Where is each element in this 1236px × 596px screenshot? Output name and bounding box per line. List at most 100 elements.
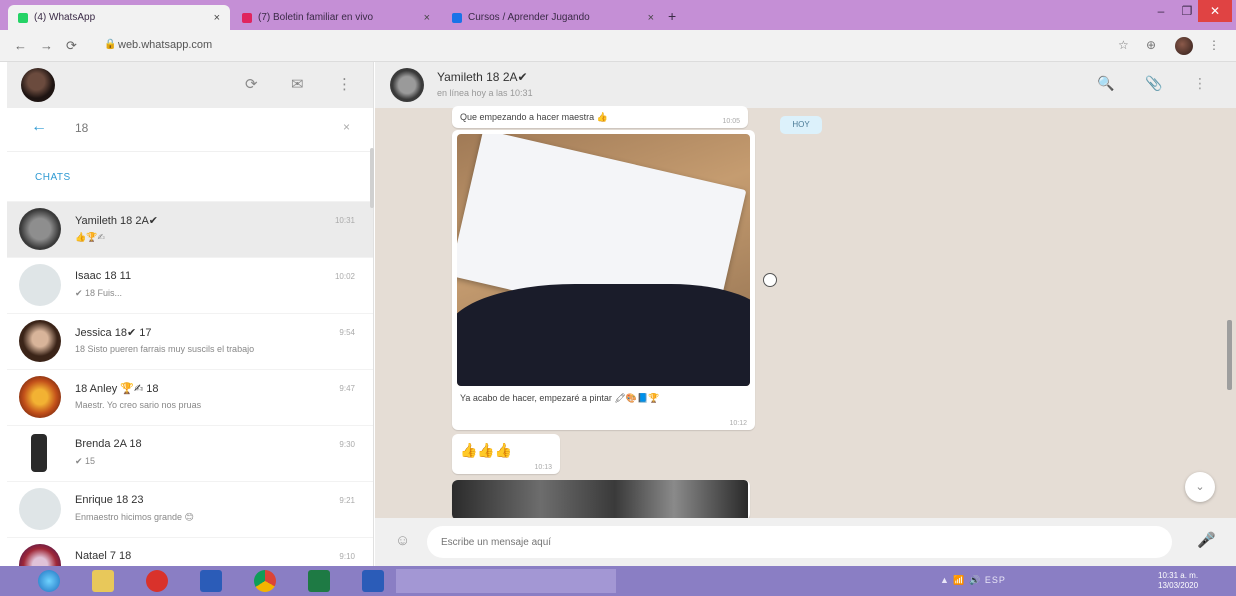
message-text: Que empezando a hacer maestra 👍: [460, 112, 608, 122]
conversation-panel: Yamileth 18 2A✔ en línea hoy a las 10:31…: [375, 62, 1236, 566]
conversation-header[interactable]: Yamileth 18 2A✔ en línea hoy a las 10:31…: [375, 62, 1236, 108]
file-explorer-icon[interactable]: [92, 570, 114, 592]
maximize-button[interactable]: ❐: [1176, 0, 1198, 22]
section-label: CHATS: [35, 172, 71, 183]
url-field[interactable]: web.whatsapp.com: [118, 39, 212, 51]
chat-preview: 18 Sisto pueren farrais muy suscils el t…: [75, 344, 255, 354]
contact-avatar: [19, 544, 61, 566]
extension-icon[interactable]: ⊕: [1146, 38, 1156, 52]
search-input[interactable]: [75, 121, 325, 135]
close-tab-icon[interactable]: ×: [424, 12, 430, 24]
profile-avatar[interactable]: [1175, 37, 1193, 55]
contact-avatar[interactable]: [390, 68, 424, 102]
message-bubble[interactable]: Que empezando a hacer maestra 👍 10:05: [452, 106, 748, 128]
minimize-button[interactable]: –: [1146, 0, 1176, 22]
contact-avatar: [19, 488, 61, 530]
chat-preview: 👍🏆✍: [75, 232, 105, 242]
close-tab-icon[interactable]: ×: [648, 12, 654, 24]
message-time: 10:12: [729, 420, 747, 427]
contact-avatar: [19, 208, 61, 250]
chat-time: 10:02: [334, 272, 355, 281]
chat-item[interactable]: Enrique 18 23 Enmaestro hicimos grande 😊…: [7, 482, 373, 538]
mouse-cursor: [763, 273, 777, 287]
dark-fabric: [457, 284, 750, 386]
taskbar-clock[interactable]: 10:31 a. m. 13/03/2020: [1158, 571, 1198, 591]
new-chat-icon[interactable]: ✉: [291, 75, 304, 93]
photo-attachment[interactable]: [452, 480, 748, 518]
contact-status: en línea hoy a las 10:31: [437, 88, 533, 98]
tab-cursos[interactable]: Cursos / Aprender Jugando ×: [442, 5, 664, 30]
close-window-button[interactable]: ✕: [1198, 0, 1232, 22]
compose-bar: ☺ 🎤: [375, 518, 1236, 566]
contact-avatar: [19, 264, 61, 306]
contact-avatar: [19, 432, 61, 474]
chat-list-scrollbar[interactable]: [370, 148, 374, 208]
attach-icon[interactable]: 📎: [1145, 75, 1162, 92]
excel-icon[interactable]: [308, 570, 330, 592]
tab-label: (7) Boletin familiar en vivo: [258, 12, 374, 23]
my-avatar[interactable]: [21, 68, 55, 102]
close-tab-icon[interactable]: ×: [214, 12, 220, 24]
day-chip: HOY: [780, 116, 822, 134]
chat-preview: Maestr. Yo creo sario nos pruas: [75, 400, 202, 410]
site-favicon-icon: [452, 12, 462, 23]
conversation-scrollbar[interactable]: [1227, 320, 1232, 390]
chrome-icon[interactable]: [254, 570, 276, 592]
image-message[interactable]: Ya acabo de hacer, empezaré a pintar 🖍🎨📘…: [452, 130, 755, 430]
chat-time: 9:21: [339, 496, 355, 505]
word-icon[interactable]: [200, 570, 222, 592]
menu-icon[interactable]: ⋮: [1193, 75, 1207, 92]
chat-time: 10:31: [334, 216, 355, 225]
message-text: 👍👍👍: [460, 442, 513, 458]
clear-search-icon[interactable]: ×: [343, 120, 350, 134]
address-bar: ← → ⟳ 🔒 web.whatsapp.com ☆ ⊕ ⋮: [0, 30, 1236, 62]
tab-label: Cursos / Aprender Jugando: [468, 12, 590, 23]
contact-avatar: [19, 320, 61, 362]
search-row: ← ×: [7, 108, 373, 152]
chat-list-panel: ⟳ ✉ ⋮ ← × CHATS Yamileth 18 2A✔ 👍🏆✍ 10:3…: [7, 62, 374, 566]
tab-boletin[interactable]: (7) Boletin familiar en vivo ×: [232, 5, 440, 30]
app-icon[interactable]: [362, 570, 384, 592]
message-bubble[interactable]: 👍👍👍 10:13: [452, 434, 560, 474]
message-input[interactable]: [427, 526, 1172, 558]
message-time: 10:05: [722, 118, 740, 125]
menu-icon[interactable]: ⋮: [337, 75, 352, 93]
start-button[interactable]: [38, 570, 60, 592]
taskbar-window-button[interactable]: [396, 569, 616, 593]
emoji-icon[interactable]: ☺: [395, 532, 410, 549]
chat-item[interactable]: Yamileth 18 2A✔ 👍🏆✍ 10:31: [7, 202, 373, 258]
chat-name: Natael 7 18: [75, 550, 132, 562]
sidebar-header: ⟳ ✉ ⋮: [7, 62, 373, 108]
chat-item[interactable]: Natael 7 18 9:10: [7, 538, 373, 566]
chat-item[interactable]: Jessica 18✔ 17 18 Sisto pueren farrais m…: [7, 314, 373, 370]
reload-icon[interactable]: ⟳: [66, 38, 77, 54]
search-icon[interactable]: 🔍: [1097, 75, 1114, 92]
system-tray[interactable]: ▲ 📶 🔊 ESP: [940, 575, 1006, 586]
chat-name: Isaac 18 11: [75, 270, 132, 282]
photo-attachment[interactable]: [457, 134, 750, 386]
contact-name: Yamileth 18 2A✔: [437, 70, 528, 84]
new-tab-button[interactable]: +: [668, 8, 676, 24]
message-time: 10:13: [534, 464, 552, 471]
clock-date: 13/03/2020: [1158, 581, 1199, 590]
browser-tab-bar: (4) WhatsApp × (7) Boletin familiar en v…: [0, 0, 1236, 30]
microphone-icon[interactable]: 🎤: [1197, 531, 1216, 549]
search-back-icon[interactable]: ←: [31, 118, 47, 136]
chat-name: Yamileth 18 2A✔: [75, 215, 158, 227]
chats-section-header: CHATS: [7, 152, 373, 202]
back-icon[interactable]: ←: [14, 38, 27, 53]
bookmark-star-icon[interactable]: ☆: [1118, 38, 1129, 52]
chat-name: Enrique 18 23: [75, 494, 144, 506]
tab-whatsapp[interactable]: (4) WhatsApp ×: [8, 5, 230, 30]
chat-item[interactable]: Isaac 18 11 ✔ 18 Fuis... 10:02: [7, 258, 373, 314]
chat-item[interactable]: Brenda 2A 18 ✔ 15 9:30: [7, 426, 373, 482]
chat-preview: ✔ 18 Fuis...: [75, 288, 123, 298]
windows-taskbar: ▲ 📶 🔊 ESP 10:31 a. m. 13/03/2020: [0, 566, 1236, 596]
scroll-down-button[interactable]: ⌄: [1185, 472, 1215, 502]
forward-icon[interactable]: →: [40, 38, 53, 53]
chat-item[interactable]: 18 Anley 🏆✍ 18 Maestr. Yo creo sario nos…: [7, 370, 373, 426]
status-icon[interactable]: ⟳: [245, 75, 258, 93]
browser-menu-icon[interactable]: ⋮: [1208, 38, 1220, 52]
image-message[interactable]: [452, 480, 750, 520]
media-player-icon[interactable]: [146, 570, 168, 592]
